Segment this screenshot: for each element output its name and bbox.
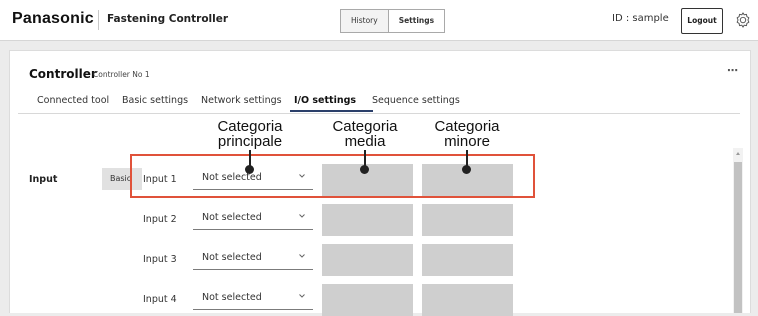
scroll-up-arrow-icon[interactable] (736, 152, 740, 155)
app-title: Fastening Controller (107, 13, 229, 25)
top-bar: Panasonic Fastening Controller History S… (0, 0, 758, 41)
nav-settings-button[interactable]: Settings (389, 10, 444, 32)
minor-category-box (422, 204, 513, 236)
chevron-down-icon (299, 174, 305, 178)
main-category-select[interactable]: Not selected (193, 207, 313, 230)
main-nav: History Settings (340, 9, 446, 33)
annotation-middle-category: Categoria media (315, 119, 415, 149)
more-options-icon[interactable]: ⋯ (727, 64, 738, 77)
tab-connected-tool[interactable]: Connected tool (37, 95, 109, 106)
input-row-label: Input 4 (143, 294, 177, 305)
select-value: Not selected (202, 212, 262, 223)
brand-logo: Panasonic (12, 10, 94, 27)
tab-divider (18, 113, 740, 114)
annotation-minor-category: Categoria minore (417, 119, 517, 149)
controller-subtitle: Controller No 1 (93, 70, 150, 79)
user-id: ID : sample (612, 13, 669, 24)
minor-category-box (422, 284, 513, 316)
annotation-dot (360, 165, 369, 174)
controller-card: Controller Controller No 1 ⋯ Connected t… (9, 50, 751, 316)
settings-tabs: Connected tool Basic settings Network se… (10, 95, 750, 113)
annotation-text: Categoria media (332, 118, 398, 150)
middle-category-box (322, 284, 413, 316)
tab-basic-settings[interactable]: Basic settings (122, 95, 188, 106)
chevron-down-icon (299, 254, 305, 258)
chevron-down-icon (299, 214, 305, 218)
tab-sequence-settings[interactable]: Sequence settings (372, 95, 460, 106)
input-row-label: Input 1 (143, 174, 177, 185)
main-category-select[interactable]: Not selected (193, 247, 313, 270)
nav-history-button[interactable]: History (341, 10, 389, 32)
tab-io-settings[interactable]: I/O settings (294, 95, 356, 106)
header-divider (98, 10, 99, 30)
logout-button[interactable]: Logout (681, 8, 723, 34)
tab-network-settings[interactable]: Network settings (201, 95, 282, 106)
minor-category-box (422, 244, 513, 276)
active-tab-indicator (290, 110, 373, 112)
annotation-main-category: Categoria principale (200, 119, 300, 149)
annotation-dot (245, 165, 254, 174)
chevron-down-icon (299, 294, 305, 298)
gear-icon[interactable] (734, 11, 752, 29)
input-section-label: Input (29, 174, 58, 185)
annotation-text: Categoria principale (217, 118, 283, 150)
annotation-dot (462, 165, 471, 174)
controller-title: Controller (29, 67, 97, 81)
select-value: Not selected (202, 172, 262, 183)
middle-category-box (322, 204, 413, 236)
select-value: Not selected (202, 252, 262, 263)
scrollbar-thumb[interactable] (734, 162, 742, 313)
annotation-text: Categoria minore (434, 118, 500, 150)
middle-category-box (322, 244, 413, 276)
select-value: Not selected (202, 292, 262, 303)
input-row-label: Input 3 (143, 254, 177, 265)
input-row-label: Input 2 (143, 214, 177, 225)
basic-badge: Basic (102, 168, 142, 190)
main-category-select[interactable]: Not selected (193, 287, 313, 310)
